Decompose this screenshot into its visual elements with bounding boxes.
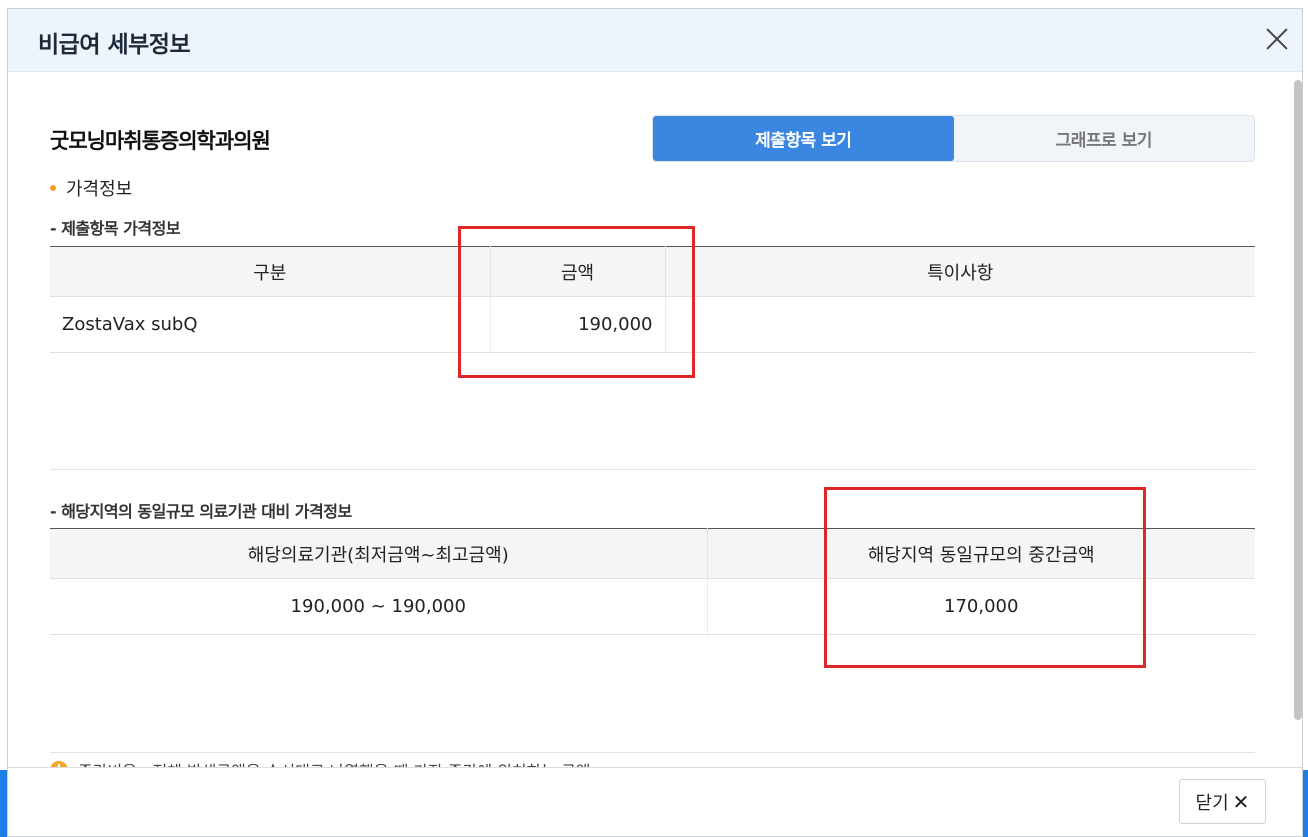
tab-submitted-items[interactable]: 제출항목 보기	[653, 116, 954, 161]
modal-footer: 닫기 ✕	[8, 767, 1302, 836]
submitted-price-title: - 제출항목 가격정보	[50, 219, 181, 238]
close-button-label: 닫기	[1195, 792, 1229, 814]
bullet-icon	[50, 185, 56, 191]
modal-header: 비급여 세부정보	[8, 9, 1302, 72]
modal-title: 비급여 세부정보	[38, 32, 191, 58]
modal-body[interactable]: 굿모닝마취통증의학과의원 제출항목 보기 그래프로 보기 가격정보 - 제출항목…	[8, 72, 1302, 767]
price-range-cell: 190,000 ~ 190,000	[50, 578, 707, 635]
view-toggle: 제출항목 보기 그래프로 보기	[652, 115, 1255, 162]
section-divider	[50, 752, 1255, 753]
median-note: ! 중간비용 : 전체 발생금액을 순서대로 나열했을 때 가장 중간에 위치하…	[50, 758, 591, 767]
highlight-box-price	[458, 226, 695, 378]
scrollbar[interactable]	[1294, 80, 1302, 720]
item-name-cell: ZostaVax subQ	[50, 296, 490, 353]
remark-cell	[664, 296, 1255, 353]
column-header: 해당의료기관(최저금액~최고금액)	[50, 528, 707, 579]
close-icon: ✕	[1232, 789, 1250, 814]
column-header: 구분	[50, 246, 490, 297]
section-divider	[50, 469, 1255, 470]
tab-graph-view[interactable]: 그래프로 보기	[954, 116, 1255, 161]
note-text: 중간비용 : 전체 발생금액을 순서대로 나열했을 때 가장 중간에 위치하는 …	[78, 758, 591, 767]
hospital-name: 굿모닝마취통증의학과의원	[50, 129, 271, 153]
close-icon[interactable]	[1262, 23, 1292, 53]
close-button[interactable]: 닫기 ✕	[1179, 779, 1266, 824]
detail-modal: 비급여 세부정보 굿모닝마취통증의학과의원 제출항목 보기 그래프로 보기 가격…	[7, 8, 1303, 837]
column-header: 특이사항	[664, 246, 1255, 297]
regional-price-title: - 해당지역의 동일규모 의료기관 대비 가격정보	[50, 502, 352, 521]
highlight-box-median	[824, 487, 1146, 668]
section-title: 가격정보	[50, 175, 132, 201]
section-title-label: 가격정보	[66, 179, 133, 200]
